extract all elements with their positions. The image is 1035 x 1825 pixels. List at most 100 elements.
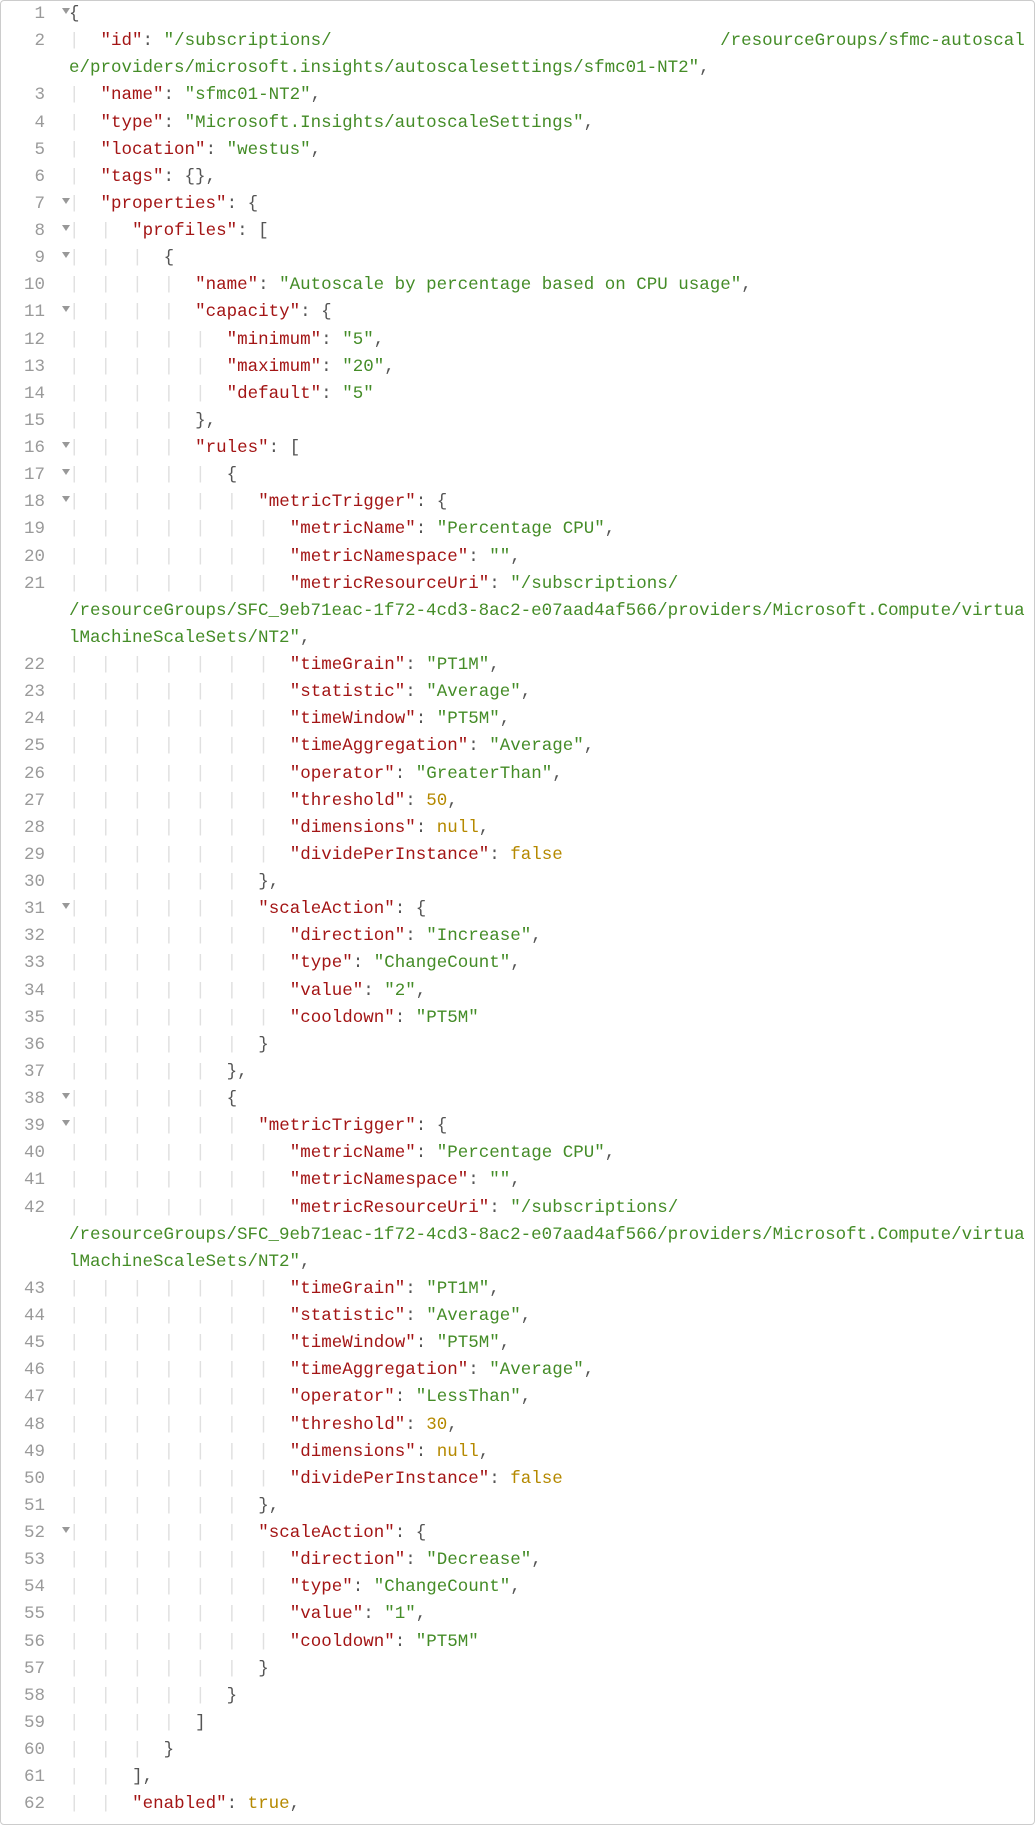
code-content[interactable]: | | | | | | } (59, 1032, 1034, 1059)
code-line[interactable]: 20| | | | | | | "metricNamespace": "", (1, 544, 1034, 571)
code-line[interactable]: 27| | | | | | | "threshold": 50, (1, 788, 1034, 815)
code-line[interactable]: 62| | "enabled": true, (1, 1791, 1034, 1818)
code-content[interactable]: | | | | | "maximum": "20", (59, 354, 1034, 381)
code-content[interactable]: | | | | | { (59, 1086, 1034, 1113)
code-line[interactable]: 26| | | | | | | "operator": "GreaterThan… (1, 761, 1034, 788)
code-content[interactable]: | | | | | | | "metricName": "Percentage … (59, 516, 1034, 543)
json-editor[interactable]: 1{2| "id": "/subscriptions/ /resourceGro… (0, 0, 1035, 1825)
code-content[interactable]: | | "enabled": true, (59, 1791, 1034, 1818)
code-line[interactable]: 38| | | | | { (1, 1086, 1034, 1113)
code-line[interactable]: 11| | | | "capacity": { (1, 299, 1034, 326)
code-content[interactable]: | | | | | } (59, 1683, 1034, 1710)
code-area[interactable]: 1{2| "id": "/subscriptions/ /resourceGro… (1, 1, 1034, 1824)
code-line[interactable]: 32| | | | | | | "direction": "Increase", (1, 923, 1034, 950)
code-line[interactable]: 50| | | | | | | "dividePerInstance": fal… (1, 1466, 1034, 1493)
code-content[interactable]: | "properties": { (59, 191, 1034, 218)
code-content[interactable]: | "type": "Microsoft.Insights/autoscaleS… (59, 110, 1034, 137)
code-line[interactable]: 7| "properties": { (1, 191, 1034, 218)
code-line[interactable]: 24| | | | | | | "timeWindow": "PT5M", (1, 706, 1034, 733)
code-line[interactable]: 53| | | | | | | "direction": "Decrease", (1, 1547, 1034, 1574)
code-content[interactable]: | | | | | | | "threshold": 50, (59, 788, 1034, 815)
code-content[interactable]: | | | | "name": "Autoscale by percentage… (59, 272, 1034, 299)
code-content[interactable]: | | | | | | | "dimensions": null, (59, 1439, 1034, 1466)
code-line[interactable]: 14| | | | | "default": "5" (1, 381, 1034, 408)
code-content[interactable]: | | | | | | | "type": "ChangeCount", (59, 950, 1034, 977)
code-content[interactable]: | | | | | | | "operator": "GreaterThan", (59, 761, 1034, 788)
code-line[interactable]: 39| | | | | | "metricTrigger": { (1, 1113, 1034, 1140)
code-content[interactable]: | | | | | | | "direction": "Increase", (59, 923, 1034, 950)
code-line[interactable]: 36| | | | | | } (1, 1032, 1034, 1059)
code-content[interactable]: | | "profiles": [ (59, 218, 1034, 245)
code-content[interactable]: | | | | | | "scaleAction": { (59, 1520, 1034, 1547)
code-line[interactable]: 18| | | | | | "metricTrigger": { (1, 489, 1034, 516)
code-line[interactable]: 8| | "profiles": [ (1, 218, 1034, 245)
code-line[interactable]: 52| | | | | | "scaleAction": { (1, 1520, 1034, 1547)
code-line[interactable]: 34| | | | | | | "value": "2", (1, 978, 1034, 1005)
code-line[interactable]: 61| | ], (1, 1764, 1034, 1791)
code-line[interactable]: 12| | | | | "minimum": "5", (1, 327, 1034, 354)
code-line[interactable]: 4| "type": "Microsoft.Insights/autoscale… (1, 110, 1034, 137)
code-content[interactable]: | | | | | | | "timeAggregation": "Averag… (59, 733, 1034, 760)
code-line[interactable]: 1{ (1, 1, 1034, 28)
code-content[interactable]: | | | | | | | "metricResourceUri": "/sub… (59, 1195, 1034, 1276)
code-content[interactable]: | | | | | | }, (59, 1493, 1034, 1520)
code-content[interactable]: | | | | | | | "value": "1", (59, 1601, 1034, 1628)
code-line[interactable]: 15| | | | }, (1, 408, 1034, 435)
code-line[interactable]: 31| | | | | | "scaleAction": { (1, 896, 1034, 923)
code-line[interactable]: 56| | | | | | | "cooldown": "PT5M" (1, 1629, 1034, 1656)
code-line[interactable]: 29| | | | | | | "dividePerInstance": fal… (1, 842, 1034, 869)
code-content[interactable]: | | | | }, (59, 408, 1034, 435)
code-line[interactable]: 48| | | | | | | "threshold": 30, (1, 1412, 1034, 1439)
code-content[interactable]: | | | | | | | "timeGrain": "PT1M", (59, 652, 1034, 679)
code-line[interactable]: 9| | | { (1, 245, 1034, 272)
code-line[interactable]: 16| | | | "rules": [ (1, 435, 1034, 462)
code-content[interactable]: | | | | | | | "statistic": "Average", (59, 679, 1034, 706)
code-line[interactable]: 60| | | } (1, 1737, 1034, 1764)
code-content[interactable]: | | | | | | | "dividePerInstance": false (59, 1466, 1034, 1493)
code-line[interactable]: 17| | | | | { (1, 462, 1034, 489)
code-content[interactable]: | | | | | | | "dimensions": null, (59, 815, 1034, 842)
code-content[interactable]: | | | | | | | "cooldown": "PT5M" (59, 1005, 1034, 1032)
code-line[interactable]: 51| | | | | | }, (1, 1493, 1034, 1520)
code-line[interactable]: 10| | | | "name": "Autoscale by percenta… (1, 272, 1034, 299)
code-content[interactable]: | "name": "sfmc01-NT2", (59, 82, 1034, 109)
code-line[interactable]: 22| | | | | | | "timeGrain": "PT1M", (1, 652, 1034, 679)
code-content[interactable]: | | | | | "minimum": "5", (59, 327, 1034, 354)
code-content[interactable]: | | | { (59, 245, 1034, 272)
code-content[interactable]: | | | | | }, (59, 1059, 1034, 1086)
code-content[interactable]: | | | | | | | "timeWindow": "PT5M", (59, 1330, 1034, 1357)
code-line[interactable]: 28| | | | | | | "dimensions": null, (1, 815, 1034, 842)
code-line[interactable]: 57| | | | | | } (1, 1656, 1034, 1683)
code-line[interactable]: 44| | | | | | | "statistic": "Average", (1, 1303, 1034, 1330)
code-line[interactable]: 5| "location": "westus", (1, 137, 1034, 164)
code-line[interactable]: 42| | | | | | | "metricResourceUri": "/s… (1, 1195, 1034, 1276)
code-content[interactable]: | "id": "/subscriptions/ /resourceGroups… (59, 28, 1034, 82)
code-content[interactable]: | | | | | | "scaleAction": { (59, 896, 1034, 923)
code-line[interactable]: 30| | | | | | }, (1, 869, 1034, 896)
code-line[interactable]: 58| | | | | } (1, 1683, 1034, 1710)
code-content[interactable]: | | | | | | | "type": "ChangeCount", (59, 1574, 1034, 1601)
code-content[interactable]: | | | | | | }, (59, 869, 1034, 896)
code-content[interactable]: | "tags": {}, (59, 164, 1034, 191)
code-line[interactable]: 45| | | | | | | "timeWindow": "PT5M", (1, 1330, 1034, 1357)
code-line[interactable]: 54| | | | | | | "type": "ChangeCount", (1, 1574, 1034, 1601)
code-content[interactable]: | | | | | | | "metricResourceUri": "/sub… (59, 571, 1034, 652)
code-content[interactable]: | | | | | | | "metricName": "Percentage … (59, 1140, 1034, 1167)
code-content[interactable]: | | | } (59, 1737, 1034, 1764)
code-content[interactable]: { (59, 1, 1034, 28)
code-content[interactable]: | | | | | | | "operator": "LessThan", (59, 1384, 1034, 1411)
code-content[interactable]: | | | | | | | "threshold": 30, (59, 1412, 1034, 1439)
code-content[interactable]: | | | | | | | "timeAggregation": "Averag… (59, 1357, 1034, 1384)
code-line[interactable]: 47| | | | | | | "operator": "LessThan", (1, 1384, 1034, 1411)
code-content[interactable]: | "location": "westus", (59, 137, 1034, 164)
code-content[interactable]: | | | | | | | "timeWindow": "PT5M", (59, 706, 1034, 733)
code-content[interactable]: | | | | | | | "cooldown": "PT5M" (59, 1629, 1034, 1656)
code-content[interactable]: | | | | | | "metricTrigger": { (59, 1113, 1034, 1140)
code-line[interactable]: 19| | | | | | | "metricName": "Percentag… (1, 516, 1034, 543)
code-line[interactable]: 40| | | | | | | "metricName": "Percentag… (1, 1140, 1034, 1167)
code-line[interactable]: 43| | | | | | | "timeGrain": "PT1M", (1, 1276, 1034, 1303)
code-line[interactable]: 37| | | | | }, (1, 1059, 1034, 1086)
code-content[interactable]: | | | | | { (59, 462, 1034, 489)
code-content[interactable]: | | | | | | } (59, 1656, 1034, 1683)
code-content[interactable]: | | | | | "default": "5" (59, 381, 1034, 408)
